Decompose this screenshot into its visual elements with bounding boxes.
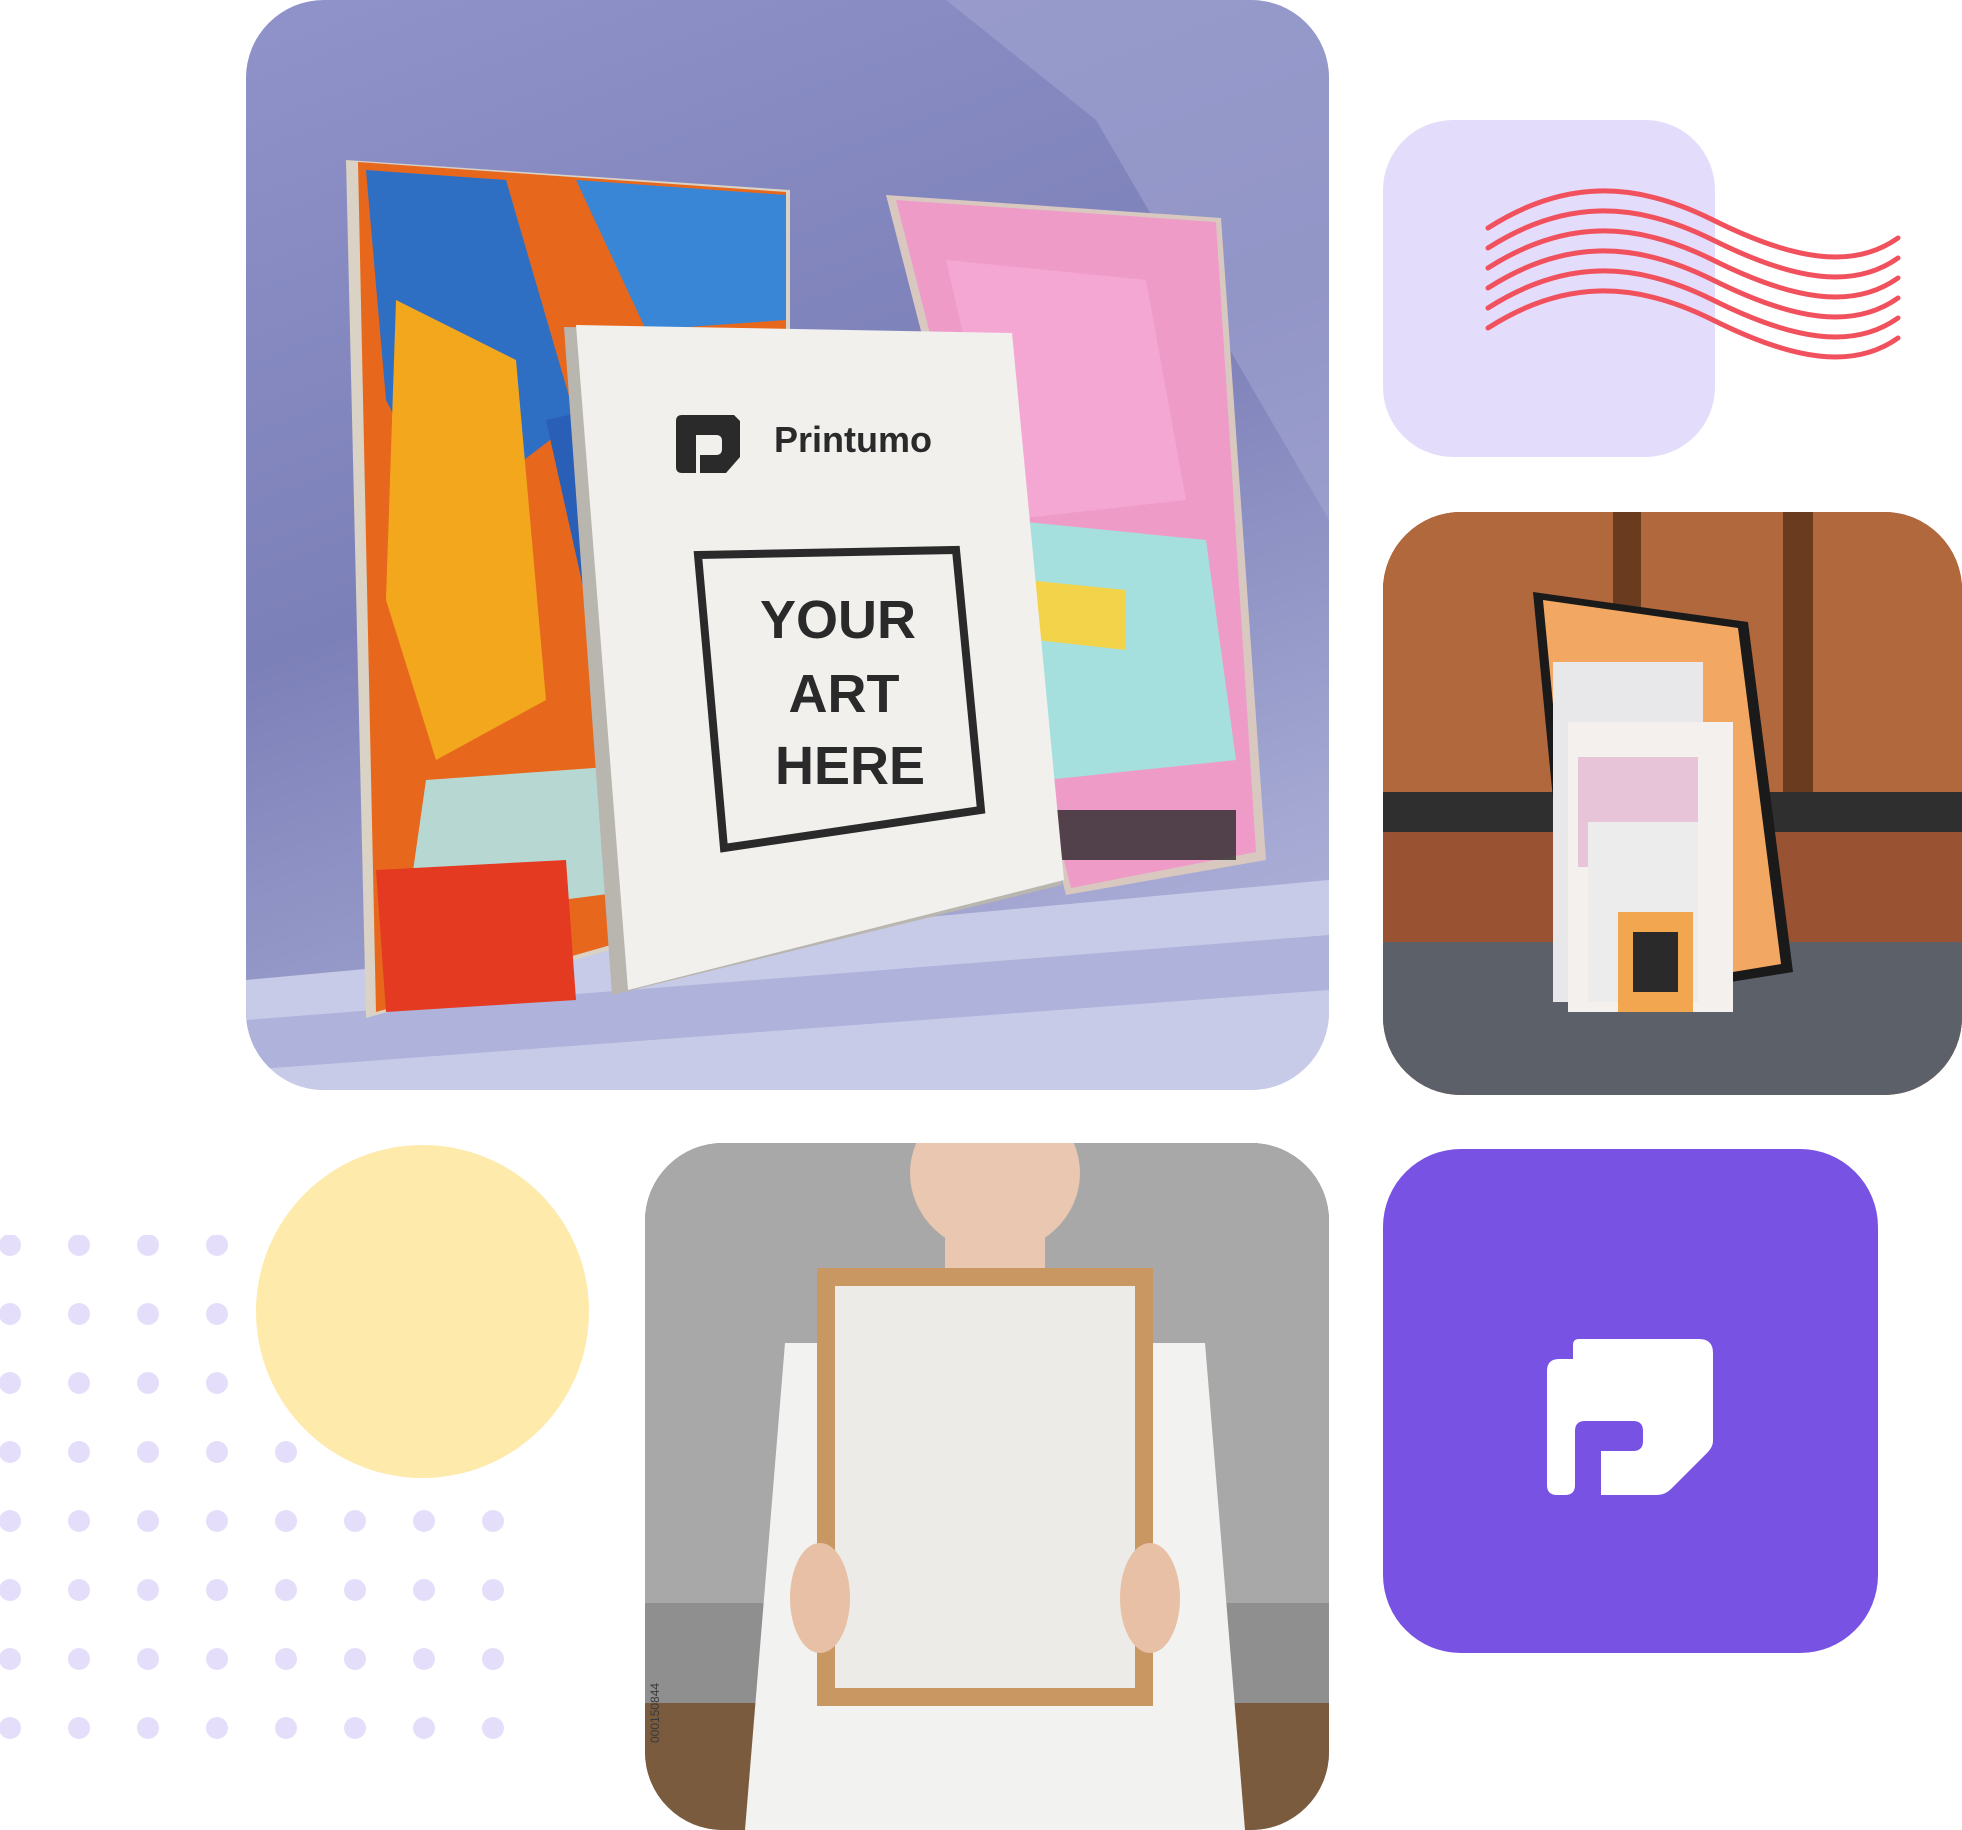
- postmark-wave-lines: [1485, 188, 1901, 360]
- person-holding-frame-photo: 000150844: [645, 1143, 1329, 1830]
- placeholder-line-2: ART: [789, 664, 900, 724]
- canvas-mockup-photo: Printumo YOUR ART HERE: [246, 0, 1329, 1090]
- postmark-stamp-tile: [1383, 120, 1901, 457]
- placeholder-line-3: HERE: [775, 736, 925, 796]
- blank-canvas-front: Printumo YOUR ART HERE: [564, 325, 1064, 995]
- yellow-circle-decoration: [256, 1145, 589, 1478]
- placeholder-line-1: YOUR: [760, 590, 916, 650]
- photo-watermark: 000150844: [648, 1683, 662, 1743]
- stacked-frames-photo: [1383, 512, 1962, 1095]
- brand-logo-text: Printumo: [774, 419, 932, 460]
- printumo-logo-icon: [1547, 1339, 1713, 1495]
- brand-logo-tile: [1383, 1149, 1878, 1653]
